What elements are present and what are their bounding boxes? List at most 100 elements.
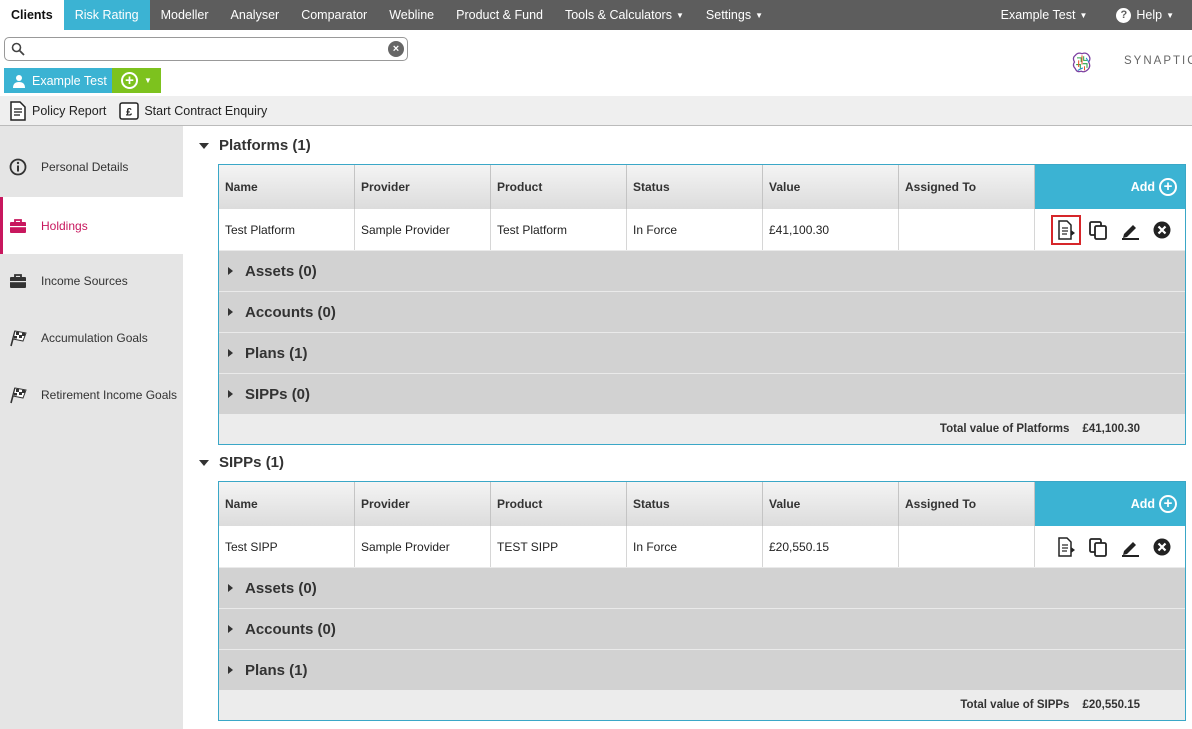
view-document-icon[interactable] xyxy=(1051,214,1081,245)
search-icon xyxy=(11,42,25,56)
delete-icon[interactable] xyxy=(1149,217,1175,243)
view-document-icon[interactable] xyxy=(1053,534,1079,560)
svg-text:£: £ xyxy=(126,106,132,118)
start-contract-enquiry-label: Start Contract Enquiry xyxy=(144,103,268,118)
column-header-product[interactable]: Product xyxy=(491,165,627,209)
nav-analyser[interactable]: Analyser xyxy=(220,0,291,30)
copy-icon[interactable] xyxy=(1085,217,1111,243)
info-icon xyxy=(9,158,27,176)
policy-report-label: Policy Report xyxy=(32,103,107,118)
nav-tools-label: Tools & Calculators xyxy=(564,8,672,22)
delete-icon[interactable] xyxy=(1149,534,1175,560)
platforms-section-title: Platforms (1) xyxy=(219,137,311,154)
top-nav: Clients Risk Rating Modeller Analyser Co… xyxy=(0,0,1192,30)
column-header-provider[interactable]: Provider xyxy=(355,482,491,526)
column-header-value[interactable]: Value xyxy=(763,165,899,209)
nav-user-menu[interactable]: Example Test ▼ xyxy=(990,0,1106,30)
row-actions xyxy=(1035,526,1185,567)
client-search: × xyxy=(4,37,408,61)
subsection-plans[interactable]: Plans (1) xyxy=(219,332,1185,373)
nav-user-label: Example Test xyxy=(1000,8,1076,22)
start-contract-enquiry-button[interactable]: £ Start Contract Enquiry xyxy=(119,101,268,120)
nav-settings[interactable]: Settings ▼ xyxy=(695,0,774,30)
subsection-plans[interactable]: Plans (1) xyxy=(219,649,1185,690)
edit-icon[interactable] xyxy=(1117,534,1143,560)
caret-down-icon: ▼ xyxy=(1166,10,1174,20)
subsection-assets[interactable]: Assets (0) xyxy=(219,567,1185,608)
cell-status: In Force xyxy=(627,526,763,567)
total-value: £41,100.30 xyxy=(1082,423,1140,435)
copy-icon[interactable] xyxy=(1085,534,1111,560)
search-input[interactable] xyxy=(29,40,389,58)
collapse-triangle-icon xyxy=(199,459,209,466)
document-icon xyxy=(10,100,26,121)
expand-triangle-icon xyxy=(228,584,233,592)
column-header-status[interactable]: Status xyxy=(627,165,763,209)
nav-tools-calculators[interactable]: Tools & Calculators ▼ xyxy=(554,0,695,30)
sidebar-item-label: Holdings xyxy=(41,218,88,233)
table-row[interactable]: Test Platform Sample Provider Test Platf… xyxy=(219,209,1185,250)
sidebar-item-personal-details[interactable]: Personal Details xyxy=(0,138,183,195)
cell-name: Test Platform xyxy=(219,209,355,250)
subsection-assets[interactable]: Assets (0) xyxy=(219,250,1185,291)
policy-report-button[interactable]: Policy Report xyxy=(9,100,107,121)
collapse-triangle-icon xyxy=(199,142,209,149)
table-row[interactable]: Test SIPP Sample Provider TEST SIPP In F… xyxy=(219,526,1185,567)
nav-comparator[interactable]: Comparator xyxy=(290,0,378,30)
nav-webline[interactable]: Webline xyxy=(378,0,445,30)
total-value: £20,550.15 xyxy=(1082,699,1140,711)
platforms-table: Name Provider Product Status Value Assig… xyxy=(218,164,1186,445)
cell-assigned-to xyxy=(899,209,1035,250)
column-header-name[interactable]: Name xyxy=(219,482,355,526)
briefcase-icon xyxy=(9,217,27,235)
cell-value: £41,100.30 xyxy=(763,209,899,250)
nav-help[interactable]: ? Help ▼ xyxy=(1105,0,1192,30)
subsection-label: Assets (0) xyxy=(245,262,317,280)
sipps-total: Total value of SIPPs £20,550.15 xyxy=(219,690,1185,720)
sipps-section-toggle[interactable]: SIPPs (1) xyxy=(199,454,284,471)
sidebar-item-accumulation-goals[interactable]: Accumulation Goals xyxy=(0,309,183,366)
add-sipp-button[interactable]: Add + xyxy=(1035,482,1185,526)
nav-clients[interactable]: Clients xyxy=(0,0,64,30)
column-header-status[interactable]: Status xyxy=(627,482,763,526)
sidebar-item-retirement-income-goals[interactable]: Retirement Income Goals xyxy=(0,366,183,423)
column-header-value[interactable]: Value xyxy=(763,482,899,526)
expand-triangle-icon xyxy=(228,349,233,357)
total-label: Total value of SIPPs xyxy=(960,699,1070,711)
clear-search-icon[interactable]: × xyxy=(388,41,404,57)
subsection-label: Plans (1) xyxy=(245,661,308,679)
add-circle-icon: + xyxy=(121,72,139,89)
add-platform-button[interactable]: Add + xyxy=(1035,165,1185,209)
nav-modeller[interactable]: Modeller xyxy=(150,0,220,30)
column-header-assigned-to[interactable]: Assigned To xyxy=(899,165,1035,209)
briefcase-icon xyxy=(9,272,27,290)
sidebar-item-income-sources[interactable]: Income Sources xyxy=(0,252,183,309)
add-menu-button[interactable]: + ▼ xyxy=(112,68,161,93)
client-button[interactable]: Example Test xyxy=(4,68,113,93)
expand-triangle-icon xyxy=(228,625,233,633)
subsection-label: Plans (1) xyxy=(245,344,308,362)
column-header-provider[interactable]: Provider xyxy=(355,165,491,209)
cell-assigned-to xyxy=(899,526,1035,567)
subsection-accounts[interactable]: Accounts (0) xyxy=(219,291,1185,332)
row-actions xyxy=(1035,209,1185,250)
cell-product: TEST SIPP xyxy=(491,526,627,567)
column-header-product[interactable]: Product xyxy=(491,482,627,526)
nav-settings-label: Settings xyxy=(705,8,752,22)
expand-triangle-icon xyxy=(228,267,233,275)
nav-risk-rating[interactable]: Risk Rating xyxy=(63,0,150,30)
subsection-label: Accounts (0) xyxy=(245,620,336,638)
sidebar-item-holdings[interactable]: Holdings xyxy=(0,197,183,254)
checkered-flag-icon xyxy=(9,329,27,347)
subsection-label: Accounts (0) xyxy=(245,303,336,321)
platforms-section-toggle[interactable]: Platforms (1) xyxy=(199,137,311,154)
add-label: Add xyxy=(1130,180,1155,194)
column-header-name[interactable]: Name xyxy=(219,165,355,209)
nav-product-fund[interactable]: Product & Fund xyxy=(445,0,554,30)
subsection-sipps[interactable]: SIPPs (0) xyxy=(219,373,1185,414)
caret-down-icon: ▼ xyxy=(675,10,684,20)
edit-icon[interactable] xyxy=(1117,217,1143,243)
subsection-accounts[interactable]: Accounts (0) xyxy=(219,608,1185,649)
column-header-assigned-to[interactable]: Assigned To xyxy=(899,482,1035,526)
